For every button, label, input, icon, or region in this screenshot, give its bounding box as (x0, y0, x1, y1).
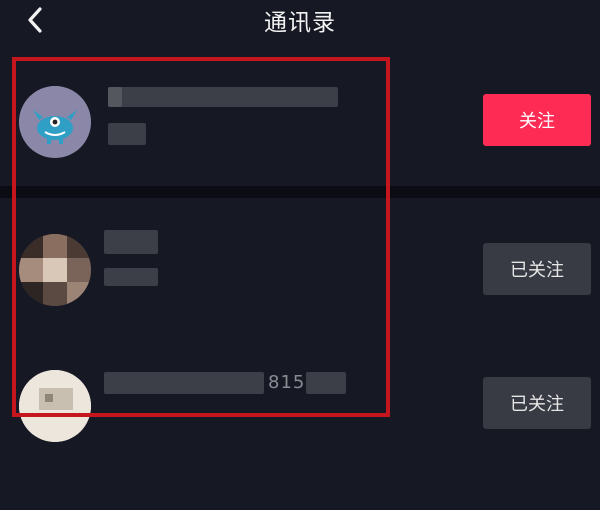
name-redacted-highlight (108, 87, 122, 107)
top-bar: 通讯录 (0, 0, 600, 40)
pixelated-photo-icon (19, 234, 91, 306)
monster-avatar-icon (19, 86, 91, 158)
name-redacted (104, 372, 264, 394)
photo-avatar-icon (19, 370, 91, 442)
subtitle-redacted (108, 123, 146, 145)
follow-button[interactable]: 关注 (483, 94, 591, 146)
subtitle-redacted (104, 268, 158, 286)
name-redacted-tail (306, 372, 346, 394)
name-visible-digits: 815 (268, 372, 306, 393)
contact-row: 815 已关注 (0, 360, 600, 510)
avatar (19, 370, 91, 442)
name-redacted (108, 87, 338, 107)
following-button[interactable]: 已关注 (483, 377, 591, 429)
row-divider (0, 186, 600, 198)
page-title: 通讯录 (264, 10, 336, 36)
following-button[interactable]: 已关注 (483, 243, 591, 295)
contact-row: 关注 (0, 57, 600, 207)
avatar (19, 86, 91, 158)
avatar (19, 234, 91, 306)
contact-row: 已关注 (0, 198, 600, 348)
name-redacted (104, 230, 158, 254)
